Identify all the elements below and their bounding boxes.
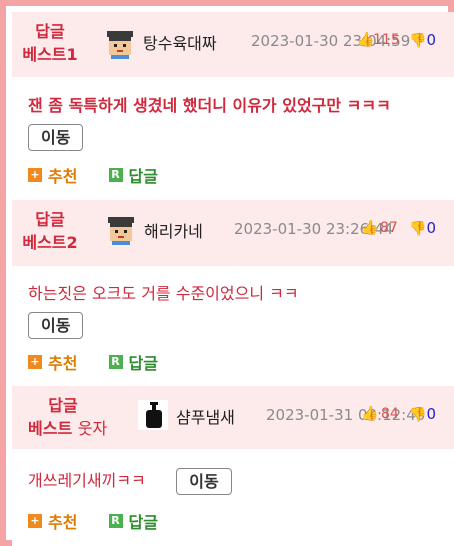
like-count: 87 xyxy=(380,220,398,236)
reply-button[interactable]: R 답글 xyxy=(108,509,158,533)
dislike-button[interactable]: 👎0 xyxy=(409,219,436,237)
thumbs-up-icon[interactable]: 👍 xyxy=(361,220,378,236)
best-reply-badge: 답글 베스트2 xyxy=(22,210,78,252)
dislike-button[interactable]: 👎0 xyxy=(409,405,436,423)
reply-body: 개쓰레기새끼ㅋㅋ 이동 + 추천 R 답글 xyxy=(12,449,454,546)
move-button[interactable]: 이동 xyxy=(28,312,84,339)
reply-r-icon: R xyxy=(108,168,123,182)
reply-button[interactable]: R 답글 xyxy=(108,350,158,374)
best-replies-panel: 답글 베스트1 탕수육대짜 2023-01-30 23:04:59 115 👍 … xyxy=(0,0,454,546)
thumbs-down-icon: 👎 xyxy=(409,407,427,423)
reply-text: 개쓰레기새끼ㅋㅋ 이동 xyxy=(28,465,438,496)
reply-header: 답글 베스트2 해리카네 2023-01-30 23:26:44 87 👍 👎0 xyxy=(12,200,454,266)
reply-r-icon: R xyxy=(108,514,123,528)
nickname[interactable]: 샴푸냄새 xyxy=(176,404,235,428)
reply-actions: + 추천 R 답글 xyxy=(28,163,184,187)
reply-body: 하는짓은 오크도 거를 수준이었으니 ㅋㅋ 이동 + 추천 R 답글 xyxy=(12,266,454,386)
reply-button[interactable]: R 답글 xyxy=(108,163,158,187)
nickname[interactable]: 탕수육대짜 xyxy=(143,30,217,54)
thumbs-up-icon[interactable]: 👍 xyxy=(361,406,378,422)
reply-text: 잰 좀 독특하게 생겼네 했더니 이유가 있었구만 ㅋㅋㅋ 이동 xyxy=(28,90,438,152)
like-count: 115 xyxy=(373,32,400,48)
best-reply-badge: 답글 베스트 웃자 xyxy=(28,396,108,438)
reply-actions: + 추천 R 답글 xyxy=(28,509,184,533)
plus-icon: + xyxy=(28,168,42,182)
pixel-face-avatar-icon[interactable] xyxy=(105,29,135,59)
dislike-count: 0 xyxy=(426,219,436,237)
thumbs-down-icon: 👎 xyxy=(409,33,427,49)
pixel-face-avatar-icon[interactable] xyxy=(106,215,136,245)
shampoo-bottle-avatar-icon[interactable] xyxy=(138,400,168,430)
thumbs-down-icon: 👎 xyxy=(409,221,427,237)
reply-r-icon: R xyxy=(108,355,123,369)
dislike-button[interactable]: 👎0 xyxy=(409,31,436,49)
dislike-count: 0 xyxy=(426,31,436,49)
reply-body: 잰 좀 독특하게 생겼네 했더니 이유가 있었구만 ㅋㅋㅋ 이동 + 추천 R 답글 xyxy=(12,77,454,200)
like-count: 84 xyxy=(381,406,399,422)
nickname[interactable]: 해리카네 xyxy=(144,218,203,242)
reply-actions: + 추천 R 답글 xyxy=(28,350,184,374)
plus-icon: + xyxy=(28,355,42,369)
recommend-button[interactable]: + 추천 xyxy=(28,163,77,187)
recommend-button[interactable]: + 추천 xyxy=(28,350,77,374)
reply-text: 하는짓은 오크도 거를 수준이었으니 ㅋㅋ 이동 xyxy=(28,278,438,340)
reply-item: 답글 베스트2 해리카네 2023-01-30 23:26:44 87 👍 👎0 xyxy=(12,200,454,386)
plus-icon: + xyxy=(28,514,42,528)
reply-item: 답글 베스트1 탕수육대짜 2023-01-30 23:04:59 115 👍 … xyxy=(12,12,454,200)
timestamp: 2023-01-31 03:12:40 xyxy=(266,406,426,424)
move-button[interactable]: 이동 xyxy=(28,124,84,151)
dislike-count: 0 xyxy=(426,405,436,423)
reply-header: 답글 베스트1 탕수육대짜 2023-01-30 23:04:59 115 👍 … xyxy=(12,12,454,77)
thumbs-up-icon[interactable]: 👍 xyxy=(357,32,374,48)
recommend-button[interactable]: + 추천 xyxy=(28,509,77,533)
reply-item: 답글 베스트 웃자 샴푸냄새 2023-01-31 03:12:40 84 👍 … xyxy=(12,386,454,546)
reply-header: 답글 베스트 웃자 샴푸냄새 2023-01-31 03:12:40 84 👍 … xyxy=(12,386,454,449)
move-button[interactable]: 이동 xyxy=(176,468,232,495)
best-reply-badge: 답글 베스트1 xyxy=(22,22,78,64)
